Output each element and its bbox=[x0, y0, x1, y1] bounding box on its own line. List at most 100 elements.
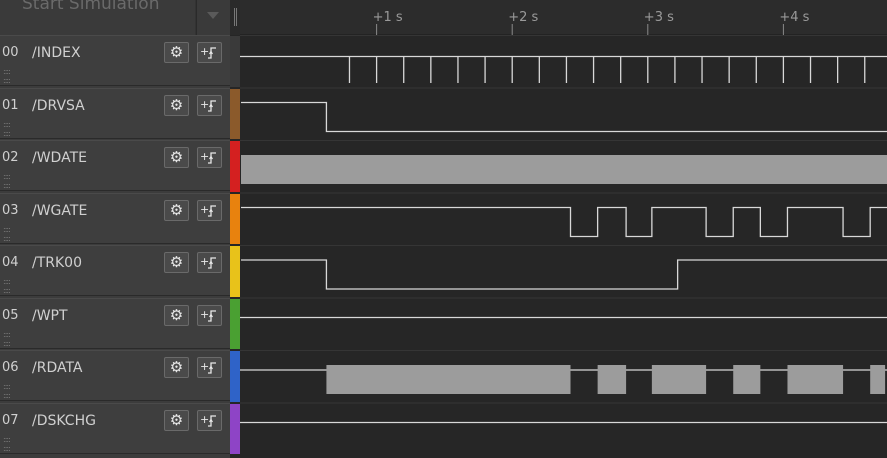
rdata-burst bbox=[651, 365, 707, 394]
channel-number: 04 bbox=[2, 255, 19, 270]
waveform-row-bg bbox=[240, 192, 887, 245]
drag-handle-icon[interactable]: :::::::: bbox=[3, 67, 11, 85]
drag-handle-icon[interactable]: :::::::: bbox=[3, 435, 11, 453]
timeline-tick-label: +2 s bbox=[508, 10, 538, 25]
svg-text:+: + bbox=[200, 45, 209, 58]
add-trigger-button[interactable]: + bbox=[197, 199, 222, 221]
rdata-burst bbox=[787, 365, 844, 394]
channel-number: 07 bbox=[2, 412, 19, 428]
rdata-burst bbox=[733, 365, 761, 394]
channel-name: /WGATE bbox=[32, 202, 88, 219]
waveform-row-bg bbox=[240, 402, 887, 455]
channel-row[interactable]: 05::::::::/WPT ⚙ + bbox=[0, 297, 230, 349]
waveform-row-bg bbox=[240, 297, 887, 350]
channel-row[interactable]: 00::::::::/INDEX ⚙ + bbox=[0, 35, 230, 86]
channel-number: 01 bbox=[2, 97, 19, 113]
drag-handle-icon[interactable]: :::::::: bbox=[3, 120, 11, 138]
trigger-icon: + bbox=[200, 98, 216, 112]
svg-text:+: + bbox=[200, 203, 209, 216]
trigger-icon: + bbox=[200, 413, 216, 427]
svg-text:+: + bbox=[200, 255, 209, 268]
gear-icon: ⚙ bbox=[169, 201, 184, 219]
add-trigger-button[interactable]: + bbox=[197, 357, 222, 378]
drag-handle-icon[interactable]: :::::::: bbox=[3, 225, 11, 243]
channel-row[interactable]: 02::::::::/WDATE ⚙ + bbox=[0, 140, 230, 191]
gear-icon: ⚙ bbox=[169, 306, 184, 324]
channel-row[interactable]: 07::::::::/DSKCHG ⚙ + bbox=[0, 402, 230, 454]
svg-text:+: + bbox=[200, 308, 209, 321]
channel-settings-button[interactable]: ⚙ bbox=[164, 42, 189, 63]
gear-icon: ⚙ bbox=[169, 254, 184, 271]
channel-settings-button[interactable]: ⚙ bbox=[164, 199, 189, 221]
channel-name: /DRVSA bbox=[32, 97, 85, 114]
channel-number: 00 bbox=[2, 45, 19, 60]
add-trigger-button[interactable]: + bbox=[197, 147, 222, 168]
drag-handle-icon[interactable]: :::::::: bbox=[3, 172, 11, 190]
timeline-tick-label: +3 s bbox=[644, 10, 674, 25]
channel-color-strip bbox=[230, 141, 240, 192]
channel-number: 02 bbox=[2, 150, 19, 165]
gear-icon: ⚙ bbox=[169, 44, 184, 61]
svg-text:+: + bbox=[200, 98, 209, 111]
timeline-tick-label: +4 s bbox=[779, 10, 809, 25]
channel-color-strip bbox=[230, 351, 240, 402]
start-simulation-label: Start Simulation bbox=[22, 0, 160, 14]
svg-text:+: + bbox=[200, 413, 209, 426]
channel-name: /WPT bbox=[32, 307, 68, 324]
channel-color-strip bbox=[230, 193, 240, 244]
channel-row[interactable]: 06::::::::/RDATA ⚙ + bbox=[0, 350, 230, 401]
gear-icon: ⚙ bbox=[169, 411, 184, 429]
channel-color-strip bbox=[230, 36, 240, 87]
rdata-burst bbox=[870, 365, 886, 394]
channel-number: 03 bbox=[2, 202, 19, 218]
waveform-view[interactable]: +1 s +2 s +3 s +4 s bbox=[240, 0, 887, 458]
channel-name: /RDATA bbox=[32, 360, 83, 376]
channel-name: /TRK00 bbox=[32, 255, 82, 271]
svg-text:+: + bbox=[200, 150, 209, 163]
channel-settings-button[interactable]: ⚙ bbox=[164, 147, 189, 168]
start-simulation-button[interactable]: Start Simulation bbox=[0, 0, 195, 35]
channel-settings-button[interactable]: ⚙ bbox=[164, 94, 189, 116]
channel-settings-button[interactable]: ⚙ bbox=[164, 252, 189, 273]
channel-color-strip bbox=[230, 403, 240, 454]
trigger-icon: + bbox=[200, 45, 216, 59]
trigger-icon: + bbox=[200, 150, 216, 164]
timeline-tick-label: +1 s bbox=[373, 10, 403, 25]
channel-settings-button[interactable]: ⚙ bbox=[164, 357, 189, 378]
gear-icon: ⚙ bbox=[169, 149, 184, 166]
channel-row[interactable]: 04::::::::/TRK00 ⚙ + bbox=[0, 245, 230, 296]
channel-color-strip bbox=[230, 246, 240, 297]
simulation-header: Start Simulation bbox=[0, 0, 231, 36]
channel-settings-button[interactable]: ⚙ bbox=[164, 304, 189, 326]
trigger-icon: + bbox=[200, 360, 216, 374]
gear-icon: ⚙ bbox=[169, 96, 184, 114]
channel-number: 06 bbox=[2, 360, 19, 375]
channel-name: /WDATE bbox=[32, 150, 87, 166]
channel-settings-button[interactable]: ⚙ bbox=[164, 409, 189, 431]
header-strip bbox=[230, 0, 240, 35]
channel-color-strip bbox=[230, 298, 240, 349]
trigger-icon: + bbox=[200, 203, 216, 217]
channel-name: /DSKCHG bbox=[32, 412, 96, 429]
channel-color-strip bbox=[230, 88, 240, 139]
add-trigger-button[interactable]: + bbox=[197, 409, 222, 431]
add-trigger-button[interactable]: + bbox=[197, 304, 222, 326]
channel-number: 05 bbox=[2, 307, 19, 323]
svg-text:+: + bbox=[200, 360, 209, 373]
channel-row[interactable]: 01::::::::/DRVSA ⚙ + bbox=[0, 87, 230, 139]
add-trigger-button[interactable]: + bbox=[197, 252, 222, 273]
signal-data-bar bbox=[241, 155, 887, 184]
waveform-row-bg bbox=[240, 35, 887, 88]
channel-list-panel: Start Simulation 00::::::::/INDEX ⚙ +01:::… bbox=[0, 0, 231, 458]
gear-icon: ⚙ bbox=[169, 359, 184, 376]
trigger-icon: + bbox=[200, 308, 216, 322]
rdata-burst bbox=[326, 365, 571, 394]
drag-handle-icon[interactable]: :::::::: bbox=[3, 330, 11, 348]
chevron-down-icon bbox=[207, 12, 219, 19]
simulation-dropdown-button[interactable] bbox=[196, 0, 231, 35]
add-trigger-button[interactable]: + bbox=[197, 94, 222, 116]
channel-row[interactable]: 03::::::::/WGATE ⚙ + bbox=[0, 192, 230, 244]
drag-handle-icon[interactable]: :::::::: bbox=[3, 277, 11, 295]
drag-handle-icon[interactable]: :::::::: bbox=[3, 382, 11, 400]
add-trigger-button[interactable]: + bbox=[197, 42, 222, 63]
